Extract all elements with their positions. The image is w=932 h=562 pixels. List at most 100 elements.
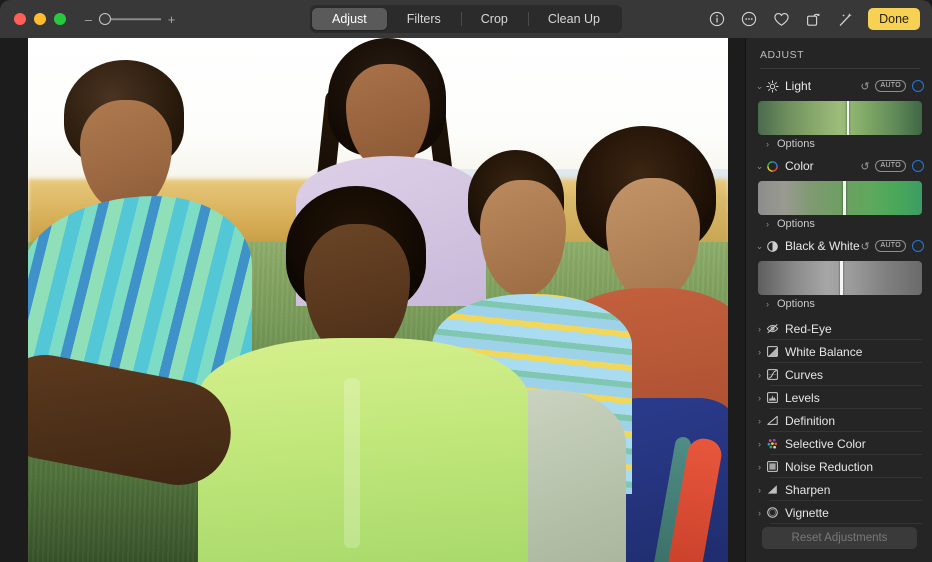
info-icon[interactable]	[708, 10, 726, 28]
list-item-sharpen[interactable]: › Sharpen	[746, 478, 932, 501]
list-item-noise-reduction[interactable]: › Noise Reduction	[746, 455, 932, 478]
chevron-right-icon[interactable]: ›	[754, 462, 765, 472]
auto-enhance-wand-icon[interactable]	[836, 10, 854, 28]
section-black-and-white[interactable]: ⌄ Black & White ↺ AUTO	[746, 235, 932, 257]
chevron-right-icon[interactable]: ›	[754, 324, 765, 334]
list-item-red-eye[interactable]: › Red-Eye	[746, 317, 932, 340]
auto-light-button[interactable]: AUTO	[875, 80, 906, 92]
toggle-black-and-white[interactable]	[912, 240, 924, 252]
light-options-row[interactable]: › Options	[746, 135, 932, 153]
selective-color-icon	[765, 436, 780, 451]
section-label-color: Color	[785, 159, 859, 173]
rotate-icon[interactable]	[804, 10, 822, 28]
zoom-slider-track[interactable]	[99, 12, 161, 26]
light-playhead[interactable]	[847, 101, 850, 135]
label-red-eye: Red-Eye	[785, 322, 924, 336]
close-window-button[interactable]	[14, 13, 26, 25]
definition-icon	[765, 413, 780, 428]
black-and-white-filmstrip[interactable]	[758, 261, 922, 295]
zoom-in-label[interactable]: +	[167, 13, 176, 26]
color-options-label: Options	[777, 218, 815, 230]
adjust-sidebar: ADJUST ⌄ Light ↺ AUTO ›	[745, 38, 932, 562]
auto-bw-button[interactable]: AUTO	[875, 240, 906, 252]
photos-editor-window: – + Adjust Filters Crop Clean Up	[0, 0, 932, 562]
list-item-white-balance[interactable]: › White Balance	[746, 340, 932, 363]
minimize-window-button[interactable]	[34, 13, 46, 25]
bw-playhead[interactable]	[840, 261, 843, 295]
title-bar: – + Adjust Filters Crop Clean Up	[0, 0, 932, 38]
levels-icon	[765, 390, 780, 405]
color-filmstrip[interactable]	[758, 181, 922, 215]
favorite-heart-icon[interactable]	[772, 10, 790, 28]
chevron-right-icon[interactable]: ›	[754, 439, 765, 449]
toolbar-actions: Done	[708, 8, 920, 30]
section-label-light: Light	[785, 79, 859, 93]
sharpen-icon	[765, 482, 780, 497]
chevron-right-icon[interactable]: ›	[754, 508, 765, 518]
chevron-right-icon[interactable]: ›	[762, 219, 773, 229]
chevron-down-icon[interactable]: ⌄	[754, 241, 765, 252]
label-noise-reduction: Noise Reduction	[785, 460, 924, 474]
eye-slash-icon	[765, 321, 780, 336]
photo-canvas	[0, 38, 745, 562]
tab-adjust[interactable]: Adjust	[312, 8, 387, 30]
list-item-selective-color[interactable]: › Selective Color	[746, 432, 932, 455]
reset-bw-icon[interactable]: ↺	[860, 240, 871, 253]
list-item-curves[interactable]: › Curves	[746, 363, 932, 386]
adjustment-list: › Red-Eye ›	[746, 317, 932, 524]
chevron-right-icon[interactable]: ›	[754, 416, 765, 426]
tab-filters[interactable]: Filters	[387, 8, 461, 30]
toggle-light[interactable]	[912, 80, 924, 92]
window-controls	[14, 13, 66, 25]
half-circle-contrast-icon	[765, 239, 780, 254]
section-color[interactable]: ⌄ Color ↺ AUTO	[746, 155, 932, 177]
color-playhead[interactable]	[843, 181, 846, 215]
tab-clean-up[interactable]: Clean Up	[528, 8, 620, 30]
color-options-row[interactable]: › Options	[746, 215, 932, 233]
label-selective-color: Selective Color	[785, 437, 924, 451]
list-item-definition[interactable]: › Definition	[746, 409, 932, 432]
zoom-out-label[interactable]: –	[84, 13, 93, 26]
color-wheel-icon	[765, 159, 780, 174]
label-levels: Levels	[785, 391, 924, 405]
sun-icon	[765, 79, 780, 94]
chevron-right-icon[interactable]: ›	[754, 485, 765, 495]
bw-options-row[interactable]: › Options	[746, 295, 932, 313]
curves-icon	[765, 367, 780, 382]
chevron-down-icon[interactable]: ⌄	[754, 161, 765, 172]
chevron-right-icon[interactable]: ›	[754, 370, 765, 380]
chevron-right-icon[interactable]: ›	[762, 139, 773, 149]
toggle-color[interactable]	[912, 160, 924, 172]
light-filmstrip[interactable]	[758, 101, 922, 135]
list-item-vignette[interactable]: › Vignette	[746, 501, 932, 524]
light-options-label: Options	[777, 138, 815, 150]
label-sharpen: Sharpen	[785, 483, 924, 497]
list-item-levels[interactable]: › Levels	[746, 386, 932, 409]
label-vignette: Vignette	[785, 506, 924, 520]
reset-light-icon[interactable]: ↺	[859, 80, 870, 93]
section-label-black-and-white: Black & White	[785, 239, 860, 253]
sidebar-title-divider	[760, 68, 920, 69]
edited-photo[interactable]	[28, 38, 728, 562]
chevron-right-icon[interactable]: ›	[762, 299, 773, 309]
done-button[interactable]: Done	[868, 8, 920, 30]
maximize-window-button[interactable]	[54, 13, 66, 25]
edit-mode-tabs: Adjust Filters Crop Clean Up	[310, 5, 622, 33]
more-options-icon[interactable]	[740, 10, 758, 28]
label-curves: Curves	[785, 368, 924, 382]
auto-color-button[interactable]: AUTO	[875, 160, 906, 172]
chevron-down-icon[interactable]: ⌄	[754, 81, 765, 92]
noise-reduction-icon	[765, 459, 780, 474]
zoom-slider-knob[interactable]	[99, 13, 111, 25]
tab-crop[interactable]: Crop	[461, 8, 528, 30]
sidebar-title: ADJUST	[746, 38, 932, 61]
chevron-right-icon[interactable]: ›	[754, 393, 765, 403]
zoom-slider-control[interactable]: – +	[84, 12, 176, 26]
section-light[interactable]: ⌄ Light ↺ AUTO	[746, 75, 932, 97]
reset-adjustments-button[interactable]: Reset Adjustments	[762, 527, 917, 549]
bw-options-label: Options	[777, 298, 815, 310]
reset-color-icon[interactable]: ↺	[859, 160, 870, 173]
white-balance-icon	[765, 344, 780, 359]
chevron-right-icon[interactable]: ›	[754, 347, 765, 357]
label-white-balance: White Balance	[785, 345, 924, 359]
